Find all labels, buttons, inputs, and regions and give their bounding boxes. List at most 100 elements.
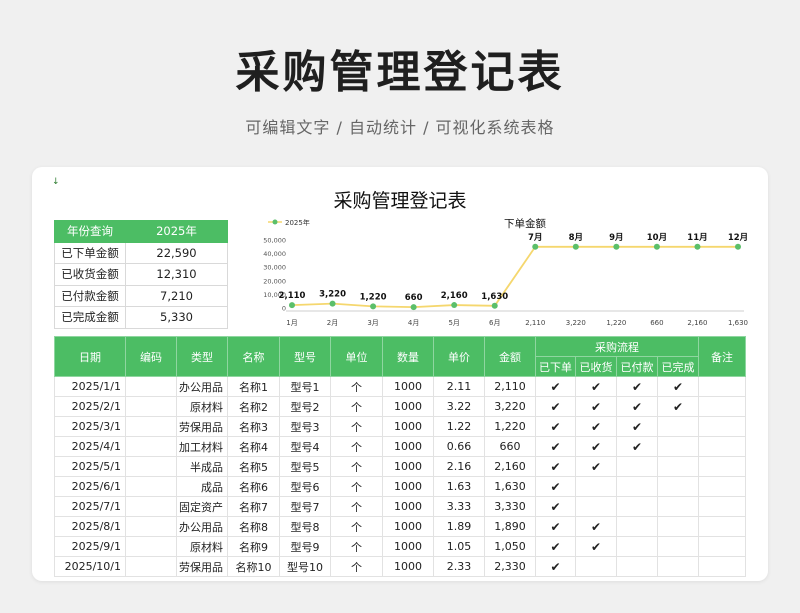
price-cell[interactable]: 3.33 (433, 496, 485, 517)
step-paid-cell[interactable] (616, 456, 658, 477)
step-paid-cell[interactable] (616, 476, 658, 497)
step-received-cell[interactable]: ✔ (575, 416, 617, 437)
name-cell[interactable]: 名称7 (227, 496, 280, 517)
step-completed-cell[interactable] (657, 416, 699, 437)
step-ordered-cell[interactable]: ✔ (535, 396, 576, 417)
step-received-cell[interactable]: ✔ (575, 376, 617, 397)
name-cell[interactable]: 名称5 (227, 456, 280, 477)
price-cell[interactable]: 3.22 (433, 396, 485, 417)
code-cell[interactable] (125, 376, 177, 397)
step-ordered-cell[interactable]: ✔ (535, 456, 576, 477)
model-cell[interactable]: 型号7 (279, 496, 331, 517)
unit-cell[interactable]: 个 (330, 476, 383, 497)
step-completed-cell[interactable] (657, 536, 699, 557)
code-cell[interactable] (125, 456, 177, 477)
date-cell[interactable]: 2025/4/1 (54, 436, 126, 457)
step-paid-cell[interactable]: ✔ (616, 416, 658, 437)
qty-cell[interactable]: 1000 (382, 376, 434, 397)
unit-cell[interactable]: 个 (330, 556, 383, 577)
date-cell[interactable]: 2025/3/1 (54, 416, 126, 437)
type-cell[interactable]: 劳保用品 (176, 416, 228, 437)
model-cell[interactable]: 型号10 (279, 556, 331, 577)
unit-cell[interactable]: 个 (330, 436, 383, 457)
model-cell[interactable]: 型号3 (279, 416, 331, 437)
amount-cell[interactable]: 3,220 (484, 396, 536, 417)
type-cell[interactable]: 办公用品 (176, 376, 228, 397)
type-cell[interactable]: 半成品 (176, 456, 228, 477)
note-cell[interactable] (698, 496, 746, 517)
step-ordered-cell[interactable]: ✔ (535, 496, 576, 517)
step-paid-cell[interactable] (616, 556, 658, 577)
qty-cell[interactable]: 1000 (382, 556, 434, 577)
date-cell[interactable]: 2025/7/1 (54, 496, 126, 517)
code-cell[interactable] (125, 496, 177, 517)
step-paid-cell[interactable]: ✔ (616, 436, 658, 457)
date-cell[interactable]: 2025/8/1 (54, 516, 126, 537)
qty-cell[interactable]: 1000 (382, 436, 434, 457)
code-cell[interactable] (125, 436, 177, 457)
price-cell[interactable]: 2.33 (433, 556, 485, 577)
name-cell[interactable]: 名称3 (227, 416, 280, 437)
amount-cell[interactable]: 660 (484, 436, 536, 457)
year-query-value[interactable]: 2025年 (125, 220, 228, 243)
step-paid-cell[interactable]: ✔ (616, 376, 658, 397)
qty-cell[interactable]: 1000 (382, 456, 434, 477)
step-received-cell[interactable] (575, 476, 617, 497)
step-received-cell[interactable] (575, 556, 617, 577)
unit-cell[interactable]: 个 (330, 496, 383, 517)
code-cell[interactable] (125, 536, 177, 557)
model-cell[interactable]: 型号9 (279, 536, 331, 557)
type-cell[interactable]: 原材料 (176, 396, 228, 417)
model-cell[interactable]: 型号2 (279, 396, 331, 417)
amount-cell[interactable]: 3,330 (484, 496, 536, 517)
step-ordered-cell[interactable]: ✔ (535, 516, 576, 537)
model-cell[interactable]: 型号4 (279, 436, 331, 457)
step-received-cell[interactable]: ✔ (575, 396, 617, 417)
date-cell[interactable]: 2025/9/1 (54, 536, 126, 557)
step-received-cell[interactable]: ✔ (575, 516, 617, 537)
qty-cell[interactable]: 1000 (382, 496, 434, 517)
step-completed-cell[interactable]: ✔ (657, 376, 699, 397)
name-cell[interactable]: 名称9 (227, 536, 280, 557)
note-cell[interactable] (698, 416, 746, 437)
amount-cell[interactable]: 1,890 (484, 516, 536, 537)
step-completed-cell[interactable] (657, 476, 699, 497)
qty-cell[interactable]: 1000 (382, 476, 434, 497)
unit-cell[interactable]: 个 (330, 536, 383, 557)
step-completed-cell[interactable]: ✔ (657, 396, 699, 417)
note-cell[interactable] (698, 476, 746, 497)
step-received-cell[interactable] (575, 496, 617, 517)
name-cell[interactable]: 名称8 (227, 516, 280, 537)
step-ordered-cell[interactable]: ✔ (535, 556, 576, 577)
amount-cell[interactable]: 2,110 (484, 376, 536, 397)
step-ordered-cell[interactable]: ✔ (535, 436, 576, 457)
price-cell[interactable]: 2.16 (433, 456, 485, 477)
price-cell[interactable]: 2.11 (433, 376, 485, 397)
step-paid-cell[interactable] (616, 516, 658, 537)
unit-cell[interactable]: 个 (330, 516, 383, 537)
note-cell[interactable] (698, 396, 746, 417)
step-completed-cell[interactable] (657, 556, 699, 577)
step-paid-cell[interactable] (616, 536, 658, 557)
step-ordered-cell[interactable]: ✔ (535, 536, 576, 557)
note-cell[interactable] (698, 516, 746, 537)
model-cell[interactable]: 型号1 (279, 376, 331, 397)
name-cell[interactable]: 名称2 (227, 396, 280, 417)
step-paid-cell[interactable]: ✔ (616, 396, 658, 417)
price-cell[interactable]: 0.66 (433, 436, 485, 457)
note-cell[interactable] (698, 456, 746, 477)
note-cell[interactable] (698, 556, 746, 577)
note-cell[interactable] (698, 376, 746, 397)
name-cell[interactable]: 名称1 (227, 376, 280, 397)
step-received-cell[interactable]: ✔ (575, 436, 617, 457)
type-cell[interactable]: 成品 (176, 476, 228, 497)
code-cell[interactable] (125, 416, 177, 437)
code-cell[interactable] (125, 556, 177, 577)
unit-cell[interactable]: 个 (330, 376, 383, 397)
amount-cell[interactable]: 2,330 (484, 556, 536, 577)
date-cell[interactable]: 2025/10/1 (54, 556, 126, 577)
qty-cell[interactable]: 1000 (382, 536, 434, 557)
note-cell[interactable] (698, 436, 746, 457)
name-cell[interactable]: 名称4 (227, 436, 280, 457)
name-cell[interactable]: 名称10 (227, 556, 280, 577)
